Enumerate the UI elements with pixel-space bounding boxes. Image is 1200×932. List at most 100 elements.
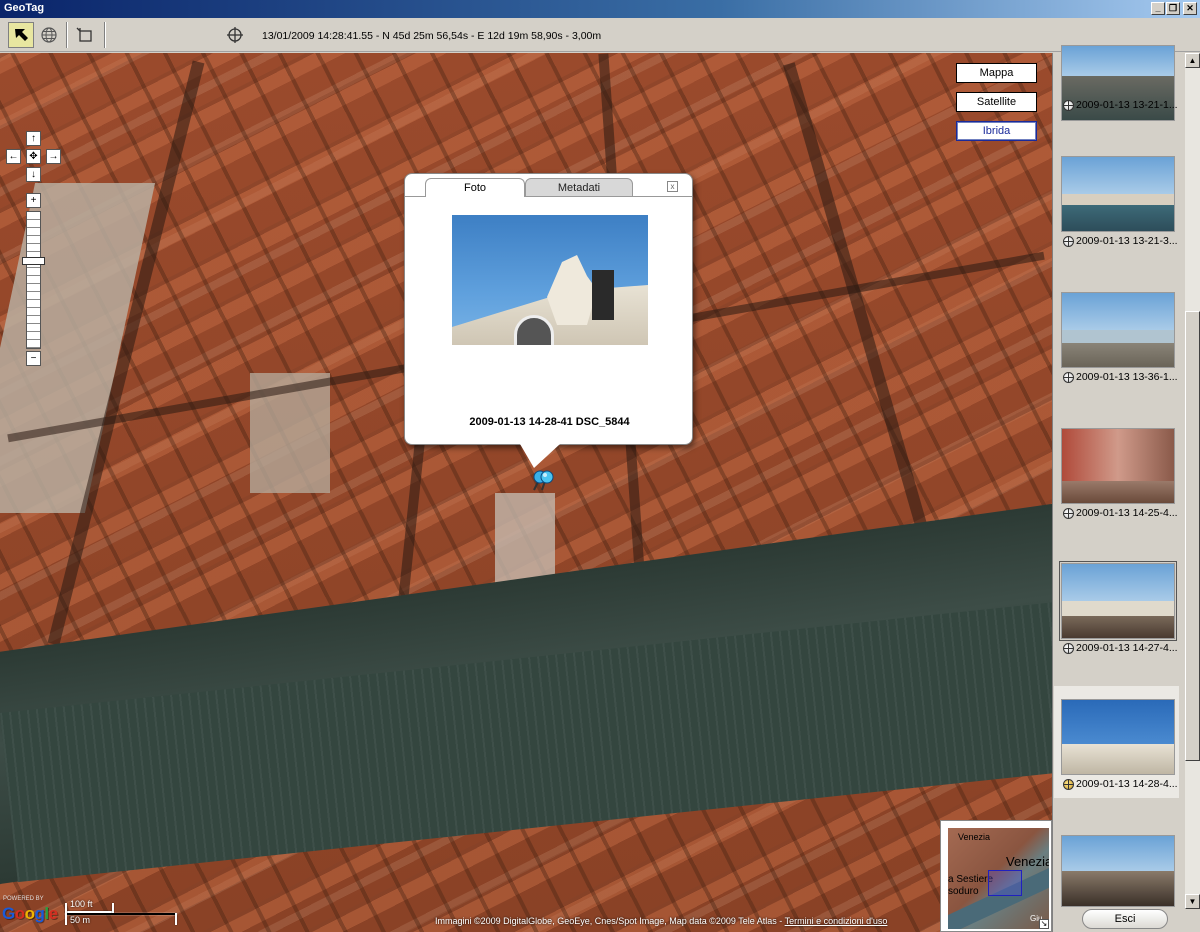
thumbnail-image[interactable]	[1061, 699, 1175, 775]
thumbnail-image[interactable]	[1061, 428, 1175, 504]
close-button[interactable]: ✕	[1183, 2, 1197, 15]
thumbnail-label-text: 2009-01-13 14-28-4...	[1076, 778, 1178, 790]
toolbar-separator	[66, 22, 68, 48]
map-attribution: Immagini ©2009 DigitalGlobe, GeoEye, Cne…	[435, 916, 887, 926]
exit-button[interactable]: Esci	[1082, 909, 1168, 929]
google-logo[interactable]: Google	[2, 904, 58, 924]
thumbnail-label[interactable]: 2009-01-13 13-21-1...	[1063, 99, 1178, 111]
geotag-globe-icon	[1063, 642, 1074, 654]
logo-letter: o	[24, 904, 35, 923]
powered-by-text: POWERED BY	[3, 896, 44, 902]
overview-label: a Sestiere	[948, 874, 994, 885]
map-type-map-button[interactable]: Mappa	[956, 63, 1037, 83]
scroll-up-arrow-icon[interactable]: ▲	[1185, 53, 1200, 68]
window-title: GeoTag	[4, 2, 45, 14]
frame-tool-button[interactable]	[72, 22, 98, 48]
thumb-sky	[1062, 157, 1174, 194]
photo-info-window: Metadati Foto x 2009-01-13 14-28-41 DSC_…	[404, 173, 693, 445]
geotag-globe-icon	[1063, 507, 1074, 519]
overview-toggle-icon[interactable]: ↘	[1039, 919, 1049, 929]
toolbar: 13/01/2009 14:28:41.55 - N 45d 25m 56,54…	[0, 18, 1200, 52]
thumbnail-label-text: 2009-01-13 14-25-4...	[1076, 507, 1178, 519]
thumbnail-image[interactable]	[1059, 561, 1177, 641]
thumbnail-image[interactable]	[1061, 835, 1175, 907]
geotag-globe-icon	[1063, 235, 1074, 247]
thumbnail-panel: 2009-01-13 13-21-1... 2009-01-13 13-21-3…	[1052, 45, 1200, 932]
pan-left-button[interactable]: ←	[6, 149, 21, 164]
thumbnail-label[interactable]: 2009-01-13 13-21-3...	[1063, 235, 1178, 247]
map-terrain	[495, 493, 555, 583]
globe-tool-button[interactable]	[36, 22, 62, 48]
thumb-ground	[1062, 871, 1174, 906]
thumbnail-label[interactable]: 2009-01-13 13-36-1...	[1063, 371, 1178, 383]
pan-up-button[interactable]: ↑	[26, 131, 41, 146]
pan-center-button[interactable]: ✥	[26, 149, 41, 164]
thumb-sky	[1062, 46, 1174, 76]
restore-button[interactable]: ❐	[1166, 2, 1180, 15]
logo-letter: o	[14, 904, 25, 923]
terms-link[interactable]: Termini e condizioni d'uso	[785, 916, 888, 926]
scale-tick	[65, 903, 67, 925]
title-bar: GeoTag _ ❐ ✕	[0, 0, 1200, 18]
popup-pointer	[520, 444, 560, 468]
zoom-in-button[interactable]: +	[26, 193, 41, 208]
thumb-ground	[1062, 75, 1174, 120]
thumb-ground	[1062, 480, 1174, 503]
map-type-satellite-button[interactable]: Satellite	[956, 92, 1037, 112]
logo-letter: e	[48, 904, 58, 923]
scale-tick	[112, 903, 114, 913]
zoom-out-button[interactable]: −	[26, 351, 41, 366]
tab-photo[interactable]: Foto	[425, 178, 525, 197]
geotag-globe-icon	[1063, 778, 1074, 790]
thumb-sky	[1062, 293, 1174, 330]
thumbnail-label-text: 2009-01-13 13-36-1...	[1076, 371, 1178, 383]
photo-wing	[592, 270, 614, 320]
map-navigation-control: ↑ ← ✥ → ↓ + −	[6, 131, 62, 371]
pan-down-button[interactable]: ↓	[26, 167, 41, 182]
arrow-pointer-icon	[15, 29, 28, 41]
thumb-sky	[1062, 564, 1174, 601]
coordinates-readout: 13/01/2009 14:28:41.55 - N 45d 25m 56,54…	[262, 30, 602, 42]
thumbnail-label[interactable]: 2009-01-13 14-27-4...	[1063, 642, 1178, 654]
thumbnail-scrollbar[interactable]: ▲ ▼	[1185, 53, 1200, 909]
thumb-ground	[1062, 744, 1174, 774]
overview-label: Venezia	[958, 832, 991, 842]
map-type-hybrid-button[interactable]: Ibrida	[956, 121, 1037, 141]
thumbnail-label-text: 2009-01-13 13-21-3...	[1076, 235, 1178, 247]
crosshair-icon	[227, 27, 243, 43]
logo-letter: G	[2, 904, 15, 923]
pan-right-button[interactable]: →	[46, 149, 61, 164]
thumb-sky	[1062, 836, 1174, 871]
thumbnail-label[interactable]: 2009-01-13 14-25-4...	[1063, 507, 1178, 519]
thumbnail-label-text: 2009-01-13 14-27-4...	[1076, 642, 1178, 654]
overview-viewport[interactable]	[988, 870, 1022, 896]
thumb-sky	[1062, 700, 1174, 745]
tab-metadata[interactable]: Metadati	[525, 178, 633, 197]
photo-preview[interactable]	[452, 215, 648, 345]
minimize-button[interactable]: _	[1151, 2, 1165, 15]
scroll-thumb[interactable]	[1185, 311, 1200, 761]
scale-tick	[175, 913, 177, 925]
overview-label: soduro	[948, 886, 979, 897]
globe-icon	[41, 27, 57, 43]
scale-imperial-label: 100 ft	[70, 899, 93, 909]
map-scale: 100 ft 50 m	[65, 899, 177, 927]
select-tool-button[interactable]	[8, 22, 34, 48]
toolbar-separator	[104, 22, 106, 48]
thumbnail-image[interactable]	[1061, 292, 1175, 368]
thumb-ground	[1062, 194, 1174, 231]
popup-close-icon[interactable]: x	[667, 181, 678, 192]
scale-metric-label: 50 m	[70, 915, 91, 925]
thumbnail-label[interactable]: 2009-01-13 14-28-4...	[1063, 778, 1178, 790]
zoom-slider-knob[interactable]	[22, 256, 45, 265]
geotag-globe-icon	[1063, 99, 1074, 111]
frame-icon	[76, 27, 92, 42]
thumbnail-image[interactable]	[1061, 156, 1175, 232]
overview-map[interactable]: Venezia Venezia a Sestiere soduro Giu ↘	[940, 820, 1052, 932]
thumb-ground	[1062, 601, 1174, 638]
location-pin-icon[interactable]	[528, 468, 556, 494]
scroll-down-arrow-icon[interactable]: ▼	[1185, 894, 1200, 909]
locate-button[interactable]	[222, 22, 248, 48]
overview-map-view[interactable]: Venezia Venezia a Sestiere soduro Giu	[948, 828, 1049, 929]
zoom-slider-track[interactable]	[26, 211, 41, 349]
